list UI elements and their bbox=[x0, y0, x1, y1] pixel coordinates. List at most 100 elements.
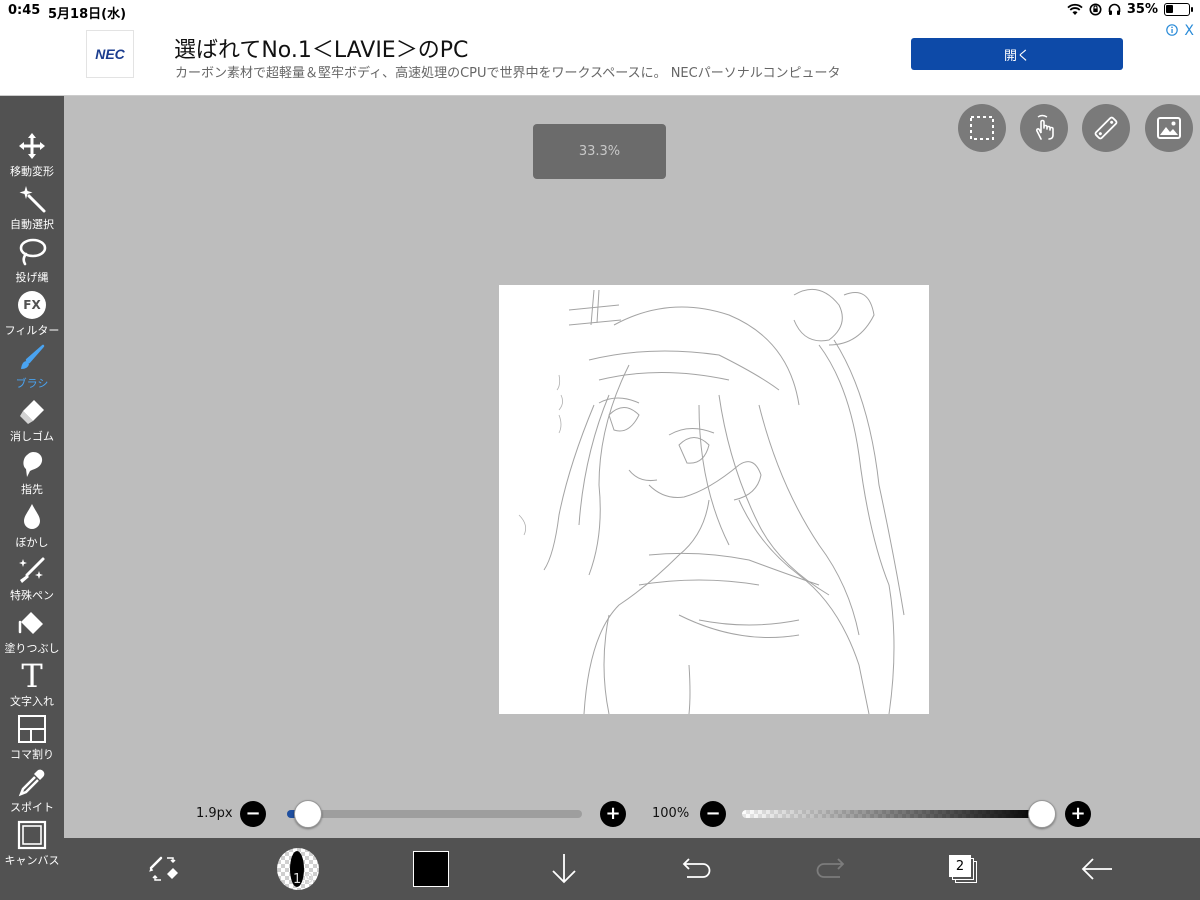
selection-button[interactable] bbox=[958, 104, 1006, 152]
tool-label: 自動選択 bbox=[10, 218, 54, 231]
tool-fill[interactable]: 塗りつぶし bbox=[0, 607, 64, 660]
layer-down-button[interactable] bbox=[534, 838, 594, 900]
touch-icon bbox=[1035, 114, 1054, 140]
zoom-indicator: 33.3% bbox=[533, 124, 666, 179]
headphones-icon bbox=[1108, 3, 1121, 15]
eyedropper-icon bbox=[18, 769, 45, 797]
brush-preview-button[interactable]: 1.9 bbox=[268, 838, 328, 900]
tool-text[interactable]: T 文字入れ bbox=[0, 660, 64, 713]
brush-size-badge: 1.9 bbox=[293, 872, 314, 887]
selection-icon bbox=[970, 116, 994, 140]
brush-size-slider[interactable] bbox=[287, 810, 582, 818]
ad-subtitle: カーボン素材で超軽量＆堅牢ボディ、高速処理のCPUで世界中をワークスペースに。 … bbox=[175, 66, 841, 81]
bottom-toolbar: 1.9 2 bbox=[64, 838, 1200, 900]
brush-size-increase-button[interactable]: + bbox=[600, 801, 626, 827]
text-icon: T bbox=[21, 657, 43, 695]
back-button[interactable] bbox=[1067, 838, 1127, 900]
current-color-swatch bbox=[413, 851, 449, 887]
tool-label: 文字入れ bbox=[10, 695, 54, 708]
fill-icon bbox=[18, 612, 43, 634]
tool-eraser[interactable]: 消しゴム bbox=[0, 395, 64, 448]
swap-brush-eraser-button[interactable] bbox=[134, 838, 194, 900]
sketch-drawing bbox=[518, 288, 905, 714]
eraser-icon bbox=[20, 400, 44, 424]
status-right: 35% bbox=[1067, 2, 1193, 17]
touch-button[interactable] bbox=[1020, 104, 1068, 152]
tool-lasso[interactable]: 投げ縄 bbox=[0, 236, 64, 289]
layer-count: 2 bbox=[949, 855, 971, 877]
material-icon bbox=[1157, 117, 1181, 139]
tool-label: 消しゴム bbox=[10, 430, 54, 443]
ad-banner[interactable]: NEC 選ばれてNo.1＜LAVIE＞のPC カーボン素材で超軽量＆堅牢ボディ、… bbox=[0, 22, 1200, 96]
status-bar: 0:45 5月18日(水) 35% bbox=[0, 0, 1200, 22]
ad-open-button[interactable]: 開く bbox=[911, 38, 1123, 70]
battery-level bbox=[1166, 5, 1173, 13]
blur-icon bbox=[24, 504, 40, 529]
finger-icon bbox=[23, 452, 43, 477]
tool-label: 塗りつぶし bbox=[4, 642, 60, 655]
swap-brush-eraser-icon bbox=[149, 856, 178, 881]
tool-label: キャンバス bbox=[4, 854, 60, 867]
ruler-icon bbox=[1094, 116, 1118, 140]
orientation-lock-icon bbox=[1089, 3, 1102, 16]
ad-close-icon[interactable]: X bbox=[1184, 23, 1194, 39]
tool-move-transform[interactable]: 移動変形 bbox=[0, 130, 64, 183]
tool-brush[interactable]: ブラシ bbox=[0, 342, 64, 395]
tool-special-pen[interactable]: 特殊ペン bbox=[0, 554, 64, 607]
tool-label: ぼかし bbox=[15, 536, 49, 549]
brush-size-decrease-button[interactable]: − bbox=[240, 801, 266, 827]
color-picker-button[interactable] bbox=[401, 838, 461, 900]
tool-frame-divider[interactable]: コマ割り bbox=[0, 713, 64, 766]
tool-canvas[interactable]: キャンバス bbox=[0, 819, 64, 872]
tool-blur[interactable]: ぼかし bbox=[0, 501, 64, 554]
magic-wand-icon bbox=[19, 186, 46, 213]
ad-logo: NEC bbox=[86, 30, 134, 78]
opacity-decrease-button[interactable]: − bbox=[700, 801, 726, 827]
ad-title[interactable]: 選ばれてNo.1＜LAVIE＞のPC bbox=[174, 32, 468, 64]
tool-sidebar: 移動変形 自動選択 投げ縄 FX フィルター ブラシ 消しゴム 指先 ぼかし 特… bbox=[0, 96, 64, 900]
arrow-down-icon bbox=[552, 854, 576, 884]
tool-auto-select[interactable]: 自動選択 bbox=[0, 183, 64, 236]
material-button[interactable] bbox=[1145, 104, 1193, 152]
lasso-icon bbox=[19, 238, 47, 266]
brush-size-slider-thumb[interactable] bbox=[294, 800, 322, 828]
battery-percent: 35% bbox=[1126, 2, 1158, 17]
layers-button[interactable]: 2 bbox=[933, 838, 993, 900]
battery-icon bbox=[1164, 3, 1193, 16]
opacity-label: 100% bbox=[652, 806, 690, 821]
move-icon bbox=[19, 133, 45, 159]
app-root: 0:45 5月18日(水) 35% NEC 選ばれてNo.1＜LAVIE＞のPC… bbox=[0, 0, 1200, 900]
tool-finger[interactable]: 指先 bbox=[0, 448, 64, 501]
tool-label: ブラシ bbox=[15, 377, 49, 390]
redo-button[interactable] bbox=[800, 838, 860, 900]
opacity-increase-button[interactable]: + bbox=[1065, 801, 1091, 827]
tool-eyedropper[interactable]: スポイト bbox=[0, 766, 64, 819]
tool-label: 特殊ペン bbox=[10, 589, 54, 602]
layers-icon: 2 bbox=[947, 853, 979, 885]
redo-icon bbox=[816, 858, 845, 878]
opacity-slider-thumb[interactable] bbox=[1028, 800, 1056, 828]
tool-label: スポイト bbox=[10, 801, 54, 814]
arrow-left-icon bbox=[1081, 858, 1112, 880]
opacity-slider[interactable] bbox=[742, 810, 1042, 818]
canvas-icon bbox=[17, 820, 47, 850]
status-date: 5月18日(水) bbox=[48, 7, 127, 22]
tool-label: 指先 bbox=[21, 483, 43, 496]
special-pen-icon bbox=[19, 557, 45, 583]
frame-divider-icon bbox=[18, 715, 46, 743]
tool-filter[interactable]: FX フィルター bbox=[0, 289, 64, 342]
wifi-icon bbox=[1067, 3, 1083, 15]
ad-info-icon[interactable] bbox=[1166, 24, 1178, 36]
ruler-button[interactable] bbox=[1082, 104, 1130, 152]
undo-icon bbox=[682, 858, 711, 878]
brush-icon bbox=[21, 344, 45, 369]
tool-label: コマ割り bbox=[10, 748, 54, 761]
fx-icon: FX bbox=[18, 291, 46, 319]
drawing-canvas[interactable] bbox=[499, 285, 929, 714]
status-time: 0:45 bbox=[8, 3, 41, 18]
undo-button[interactable] bbox=[667, 838, 727, 900]
brush-tip-icon: 1.9 bbox=[277, 848, 319, 890]
tool-label: フィルター bbox=[4, 324, 60, 337]
brush-size-label: 1.9px bbox=[196, 806, 233, 821]
tool-label: 投げ縄 bbox=[15, 271, 49, 284]
